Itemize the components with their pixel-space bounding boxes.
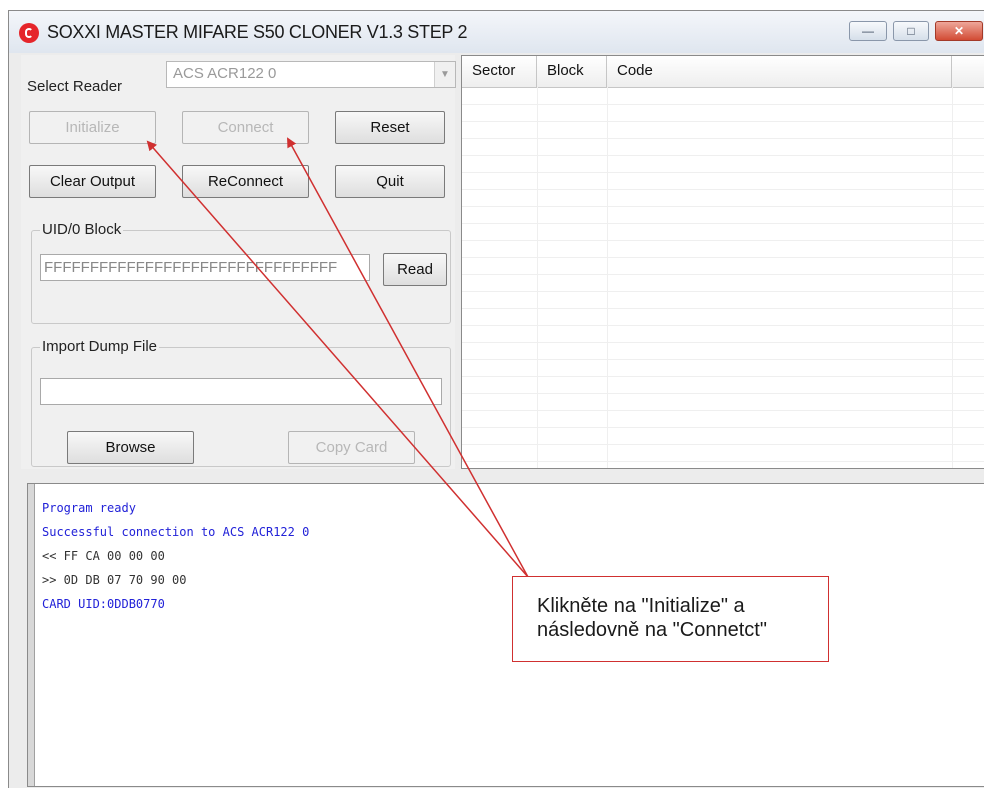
annotation-line-1: Klikněte na "Initialize" a <box>537 595 745 617</box>
grid-row-line <box>462 308 984 309</box>
reconnect-button[interactable]: ReConnect <box>182 165 309 198</box>
grid-row-line <box>462 189 984 190</box>
app-logo-icon <box>19 23 39 43</box>
grid-row-line <box>462 325 984 326</box>
window-title: SOXXI MASTER MIFARE S50 CLONER V1.3 STEP… <box>47 22 468 42</box>
uid-block-group: UID/0 Block FFFFFFFFFFFFFFFFFFFFFFFFFFFF… <box>31 221 451 324</box>
grid-row-line <box>462 155 984 156</box>
log-line: CARD UID:0DDB0770 <box>42 597 165 611</box>
annotation-line-2: následovně na "Connetct" <box>537 619 767 641</box>
grid-row-line <box>462 376 984 377</box>
reader-select[interactable]: ACS ACR122 0 ▼ <box>166 61 456 88</box>
import-dump-title: Import Dump File <box>40 338 160 355</box>
clear-output-button[interactable]: Clear Output <box>29 165 156 198</box>
grid-row-line <box>462 444 984 445</box>
initialize-button[interactable]: Initialize <box>29 111 156 144</box>
grid-line <box>607 87 608 468</box>
chevron-down-icon[interactable]: ▼ <box>434 62 455 87</box>
grid-row-line <box>462 461 984 462</box>
grid-row-line <box>462 291 984 292</box>
quit-button[interactable]: Quit <box>335 165 445 198</box>
app-window: SOXXI MASTER MIFARE S50 CLONER V1.3 STEP… <box>8 10 984 788</box>
grid-line <box>952 87 953 468</box>
log-line: >> 0D DB 07 70 90 00 <box>42 573 187 587</box>
annotation-callout: Klikněte na "Initialize" a následovně na… <box>512 576 829 662</box>
grid-row-line <box>462 206 984 207</box>
sector-grid[interactable]: Sector Block Code <box>461 55 984 469</box>
grid-row-line <box>462 427 984 428</box>
controls-panel: Select Reader ACS ACR122 0 ▼ Initialize … <box>21 55 456 469</box>
grid-row-line <box>462 223 984 224</box>
reader-select-value: ACS ACR122 0 <box>173 65 277 82</box>
grid-line <box>537 87 538 468</box>
grid-row-line <box>462 240 984 241</box>
dump-file-input[interactable] <box>40 378 442 405</box>
log-left-edge <box>28 484 35 786</box>
column-header-block[interactable]: Block <box>537 56 607 87</box>
uid-block-input[interactable]: FFFFFFFFFFFFFFFFFFFFFFFFFFFFFFFF <box>40 254 370 281</box>
connect-button[interactable]: Connect <box>182 111 309 144</box>
read-button[interactable]: Read <box>383 253 447 286</box>
column-header-code[interactable]: Code <box>607 56 952 87</box>
grid-row-line <box>462 274 984 275</box>
close-button[interactable]: ✕ <box>935 21 983 41</box>
grid-row-line <box>462 342 984 343</box>
uid-block-title: UID/0 Block <box>40 221 124 238</box>
select-reader-label: Select Reader <box>27 78 123 95</box>
grid-header: Sector Block Code <box>462 56 984 88</box>
copy-card-button[interactable]: Copy Card <box>288 431 415 464</box>
title-bar[interactable]: SOXXI MASTER MIFARE S50 CLONER V1.3 STEP… <box>9 11 984 53</box>
maximize-button[interactable]: □ <box>893 21 929 41</box>
reset-button[interactable]: Reset <box>335 111 445 144</box>
column-header-sector[interactable]: Sector <box>462 56 537 87</box>
grid-row-line <box>462 359 984 360</box>
grid-row-line <box>462 121 984 122</box>
grid-row-line <box>462 393 984 394</box>
grid-row-line <box>462 410 984 411</box>
grid-row-line <box>462 257 984 258</box>
log-line: Program ready <box>42 501 136 515</box>
import-dump-group: Import Dump File Browse Copy Card <box>31 338 451 467</box>
log-line: << FF CA 00 00 00 <box>42 549 165 563</box>
grid-row-line <box>462 138 984 139</box>
grid-row-line <box>462 104 984 105</box>
minimize-button[interactable]: — <box>849 21 887 41</box>
log-line: Successful connection to ACS ACR122 0 <box>42 525 310 539</box>
browse-button[interactable]: Browse <box>67 431 194 464</box>
output-log[interactable]: Program ready Successful connection to A… <box>27 483 984 787</box>
grid-row-line <box>462 172 984 173</box>
